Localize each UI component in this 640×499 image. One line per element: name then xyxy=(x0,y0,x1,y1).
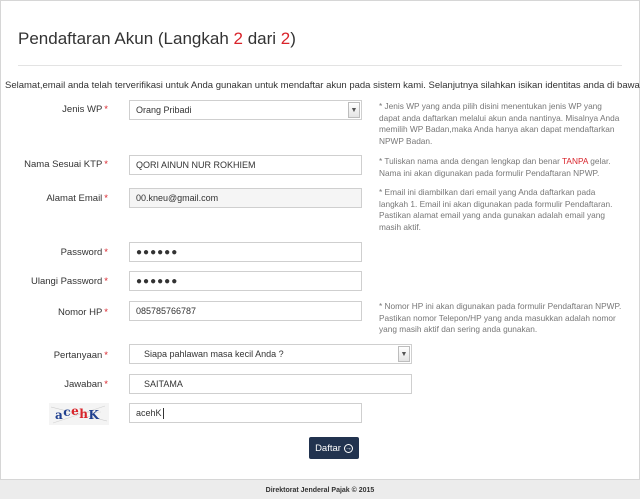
email-label: Alamat Email * xyxy=(46,193,108,204)
jenis-wp-hint: * Jenis WP yang anda pilih disini menent… xyxy=(379,101,620,146)
intro-text: Selamat,email anda telah terverifikasi u… xyxy=(5,80,640,91)
daftar-button[interactable]: Daftar → xyxy=(309,437,359,459)
nama-input[interactable]: QORI AINUN NUR ROKHIEM xyxy=(129,155,362,175)
pertanyaan-label: Pertanyaan * xyxy=(53,350,108,361)
registration-panel: Pendaftaran Akun (Langkah 2 dari 2) Sela… xyxy=(0,0,640,480)
nama-hint: * Tuliskan nama anda dengan lengkap dan … xyxy=(379,156,611,178)
jawaban-label: Jawaban * xyxy=(64,379,108,390)
captcha-input[interactable]: acehK xyxy=(129,403,362,423)
nomor-hp-label: Nomor HP * xyxy=(57,307,108,318)
captcha-char: e xyxy=(71,404,80,418)
email-field[interactable]: 00.kneu@gmail.com xyxy=(129,188,362,208)
page-title: Pendaftaran Akun (Langkah 2 dari 2) xyxy=(18,29,296,48)
captcha-image: acehK xyxy=(49,403,109,425)
title-divider xyxy=(18,65,622,66)
password-label: Password * xyxy=(60,247,108,258)
password-input[interactable]: ●●●●●● xyxy=(129,242,362,262)
current-step: 2 xyxy=(233,29,243,48)
ulangi-password-input[interactable]: ●●●●●● xyxy=(129,271,362,291)
nomor-hp-input[interactable]: 085785766787 xyxy=(129,301,362,321)
jenis-wp-label: Jenis WP * xyxy=(62,104,108,115)
chevron-down-icon[interactable]: ▼ xyxy=(398,346,410,362)
captcha-char: c xyxy=(63,405,72,419)
chevron-down-icon[interactable]: ▼ xyxy=(348,102,360,118)
jawaban-input[interactable]: SAITAMA xyxy=(129,374,412,394)
email-hint: * Email ini diambilkan dari email yang A… xyxy=(379,187,613,232)
total-steps: 2 xyxy=(280,29,291,48)
arrow-right-circle-icon: → xyxy=(343,443,353,453)
captcha-char: K xyxy=(88,408,100,422)
footer-copyright: Direktorat Jenderal Pajak © 2015 xyxy=(265,487,375,494)
jenis-wp-select[interactable]: Orang Pribadi ▼ xyxy=(129,100,362,120)
text-cursor xyxy=(162,407,164,419)
nama-label: Nama Sesuai KTP * xyxy=(24,159,108,170)
nomor-hp-hint: * Nomor HP ini akan digunakan pada formu… xyxy=(379,301,622,335)
captcha-text: acehK xyxy=(55,404,100,422)
pertanyaan-select[interactable]: Siapa pahlawan masa kecil Anda ? ▼ xyxy=(129,344,412,364)
ulangi-password-label: Ulangi Password * xyxy=(31,276,108,287)
